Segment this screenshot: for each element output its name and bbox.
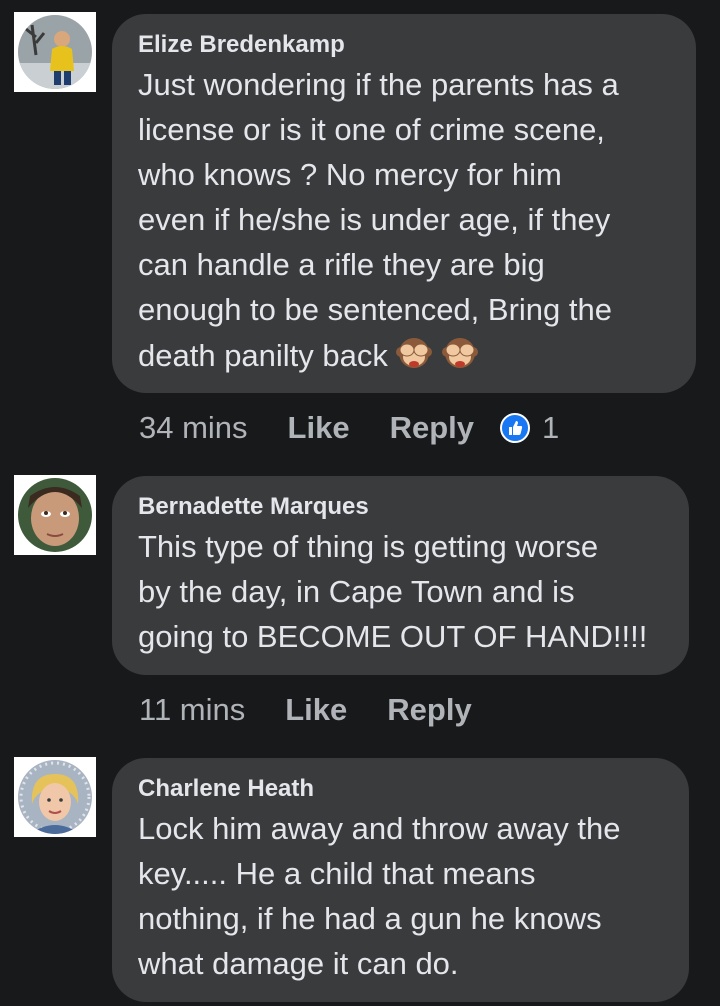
- see-no-evil-monkey-icon: [394, 332, 434, 372]
- comment-bubble: Bernadette Marques This type of thing is…: [112, 476, 689, 675]
- like-reaction-icon: [500, 413, 530, 443]
- comment-bubble: Charlene Heath Lock him away and throw a…: [112, 758, 689, 1002]
- comment-text: Lock him away and throw away the key....…: [138, 806, 669, 986]
- avatar[interactable]: [14, 12, 96, 92]
- avatar-photo: [18, 15, 92, 89]
- comment-text: This type of thing is getting worse by t…: [138, 524, 669, 659]
- comment-line: license or is it one of crime scene,: [138, 112, 605, 147]
- reply-button[interactable]: Reply: [390, 410, 474, 446]
- comment-line: nothing, if he had a gun he knows: [138, 901, 602, 936]
- comment-line: Just wondering if the parents has a: [138, 67, 619, 102]
- comment-line: death panilty back: [138, 332, 676, 378]
- avatar[interactable]: [14, 475, 96, 555]
- like-button[interactable]: Like: [288, 410, 350, 446]
- comment-line: Lock him away and throw away the: [138, 811, 621, 846]
- see-no-evil-monkey-icon: [440, 332, 480, 372]
- comment-timestamp[interactable]: 11 mins: [139, 692, 245, 728]
- comment-line: who knows ? No mercy for him: [138, 157, 562, 192]
- comment-line: what damage it can do.: [138, 946, 459, 981]
- like-button[interactable]: Like: [285, 692, 347, 728]
- comment-text: Just wondering if the parents has a lice…: [138, 62, 676, 378]
- comment-author[interactable]: Bernadette Marques: [138, 492, 669, 522]
- avatar[interactable]: [14, 757, 96, 837]
- comment-line: going to BECOME OUT OF HAND!!!!: [138, 619, 648, 654]
- comment-line: can handle a rifle they are big: [138, 247, 545, 282]
- avatar-photo: [18, 478, 92, 552]
- comment-bubble: Elize Bredenkamp Just wondering if the p…: [112, 14, 696, 393]
- comment-line: even if he/she is under age, if they: [138, 202, 611, 237]
- comment-author[interactable]: Elize Bredenkamp: [138, 30, 676, 60]
- comment-timestamp[interactable]: 34 mins: [139, 410, 248, 446]
- reply-button[interactable]: Reply: [387, 692, 471, 728]
- comment-line: by the day, in Cape Town and is: [138, 574, 575, 609]
- comment-author[interactable]: Charlene Heath: [138, 774, 669, 804]
- comment-line: enough to be sentenced, Bring the: [138, 292, 612, 327]
- comment-actions: 11 mins Like Reply: [139, 690, 512, 730]
- comment-line: key..... He a child that means: [138, 856, 536, 891]
- avatar-photo: [18, 760, 92, 834]
- comment-actions: 34 mins Like Reply 1: [139, 408, 559, 448]
- comment-line: This type of thing is getting worse: [138, 529, 599, 564]
- reaction-summary[interactable]: 1: [500, 410, 559, 446]
- comment-line-text: death panilty back: [138, 338, 388, 373]
- reaction-count: 1: [542, 410, 560, 445]
